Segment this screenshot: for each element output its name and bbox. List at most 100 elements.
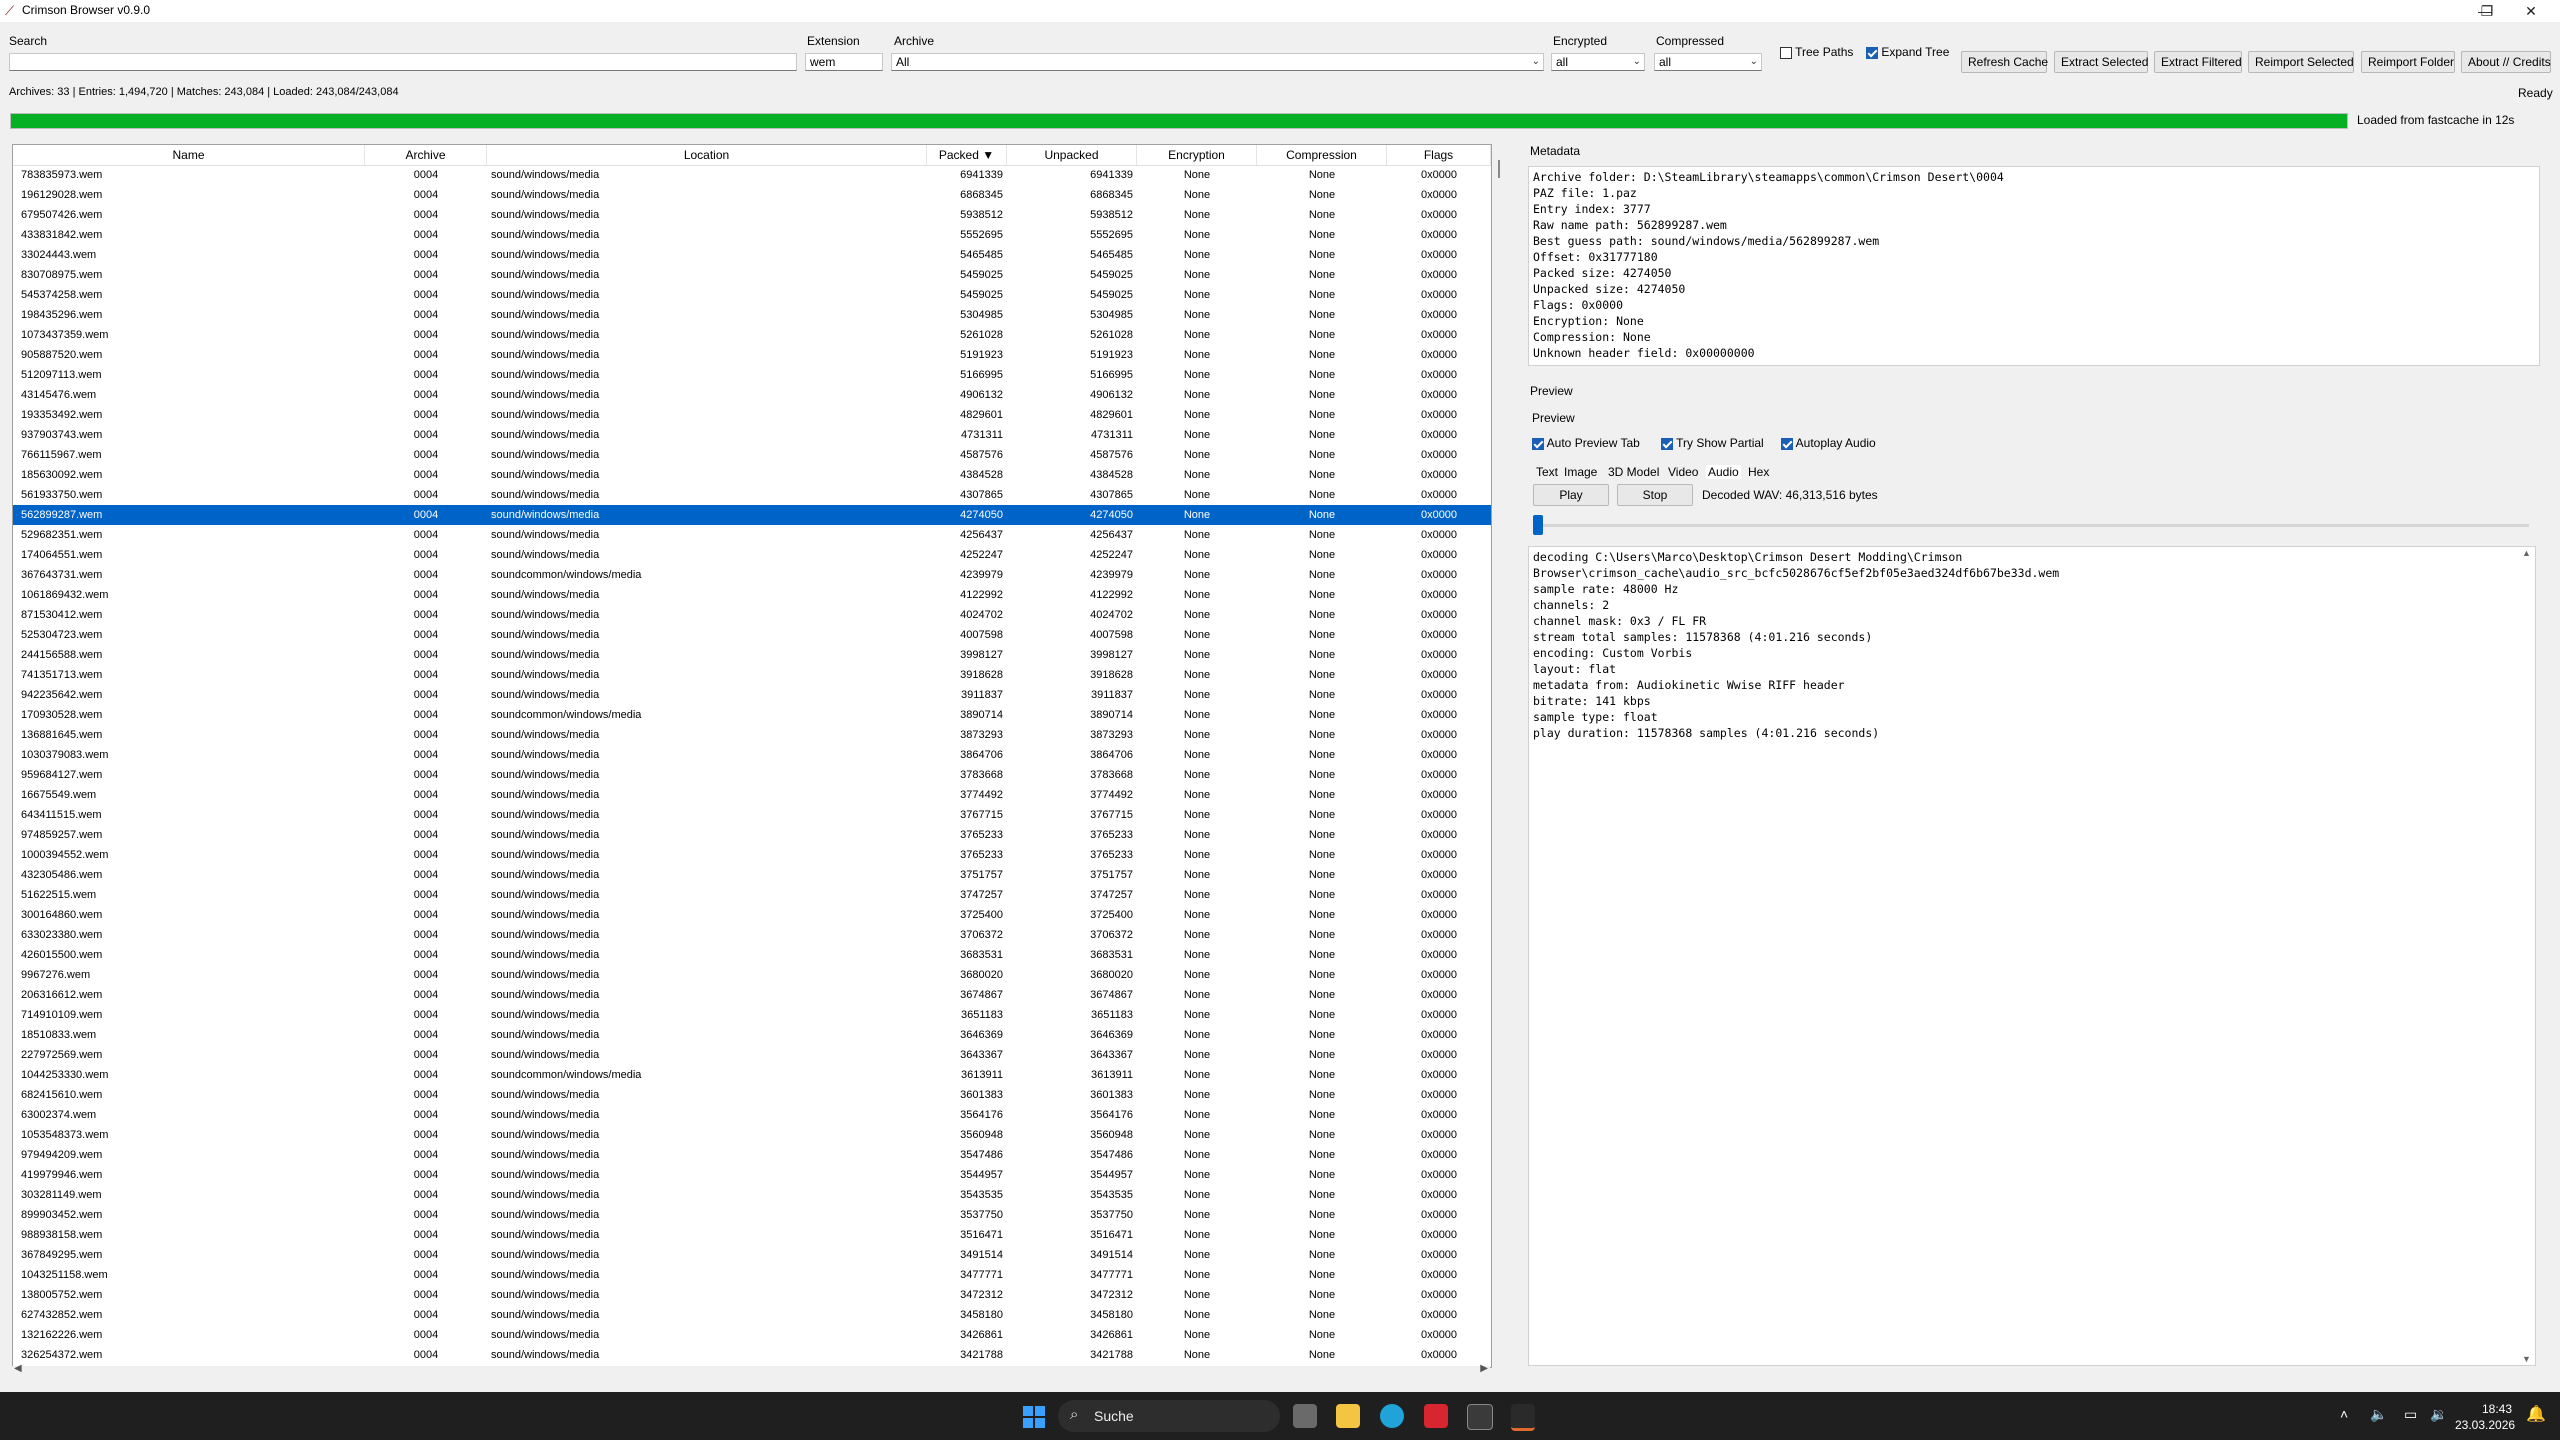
tab-audio[interactable]: Audio — [1706, 465, 1741, 479]
table-row[interactable]: 198435296.wem 0004 sound/windows/media 5304… — [13, 305, 1491, 325]
table-row[interactable]: 43145476.wem 0004 sound/windows/media 49061… — [13, 385, 1491, 405]
table-row[interactable]: 367643731.wem 0004 soundcommon/windows/med… — [13, 565, 1491, 585]
splitter-handle[interactable] — [1498, 160, 1500, 178]
table-row[interactable]: 326254372.wem 0004 sound/windows/media 3421… — [13, 1345, 1491, 1365]
taskbar-search[interactable]: ⌕ Suche — [1058, 1400, 1280, 1432]
scroll-left-icon[interactable]: ◀ — [14, 1363, 22, 1374]
table-row[interactable]: 303281149.wem 0004 sound/windows/media 3543… — [13, 1185, 1491, 1205]
table-row[interactable]: 545374258.wem 0004 sound/windows/media 5459… — [13, 285, 1491, 305]
extension-input[interactable]: wem — [805, 53, 883, 71]
table-row[interactable]: 988938158.wem 0004 sound/windows/media 3516… — [13, 1225, 1491, 1245]
table-row[interactable]: 899903452.wem 0004 sound/windows/media 3537… — [13, 1205, 1491, 1225]
try-show-partial-toggle[interactable]: Try Show Partial — [1661, 436, 1764, 450]
column-header-archive[interactable]: Archive — [365, 145, 487, 165]
table-row[interactable]: 871530412.wem 0004 sound/windows/media 4024… — [13, 605, 1491, 625]
column-header-location[interactable]: Location — [487, 145, 927, 165]
table-row[interactable]: 942235642.wem 0004 sound/windows/media 3911… — [13, 685, 1491, 705]
table-row[interactable]: 419979946.wem 0004 sound/windows/media 3544… — [13, 1165, 1491, 1185]
table-row[interactable]: 529682351.wem 0004 sound/windows/media 4256… — [13, 525, 1491, 545]
table-row[interactable]: 905887520.wem 0004 sound/windows/media 5191… — [13, 345, 1491, 365]
column-header-encryption[interactable]: Encryption — [1137, 145, 1257, 165]
column-header-flags[interactable]: Flags — [1387, 145, 1491, 165]
table-row[interactable]: 9967276.wem 0004 sound/windows/media 368002… — [13, 965, 1491, 985]
seek-slider-thumb[interactable] — [1533, 515, 1543, 535]
table-row[interactable]: 643411515.wem 0004 sound/windows/media 3767… — [13, 805, 1491, 825]
expand-tree-checkbox[interactable] — [1866, 46, 1878, 59]
scroll-right-icon[interactable]: ▶ — [1480, 1363, 1488, 1374]
clock-time[interactable]: 18:43 — [2462, 1402, 2512, 1416]
table-row[interactable]: 300164860.wem 0004 sound/windows/media 3725… — [13, 905, 1491, 925]
edge-browser-icon[interactable] — [1380, 1404, 1404, 1428]
table-row[interactable]: 227972569.wem 0004 sound/windows/media 3643… — [13, 1045, 1491, 1065]
table-row[interactable]: 136881645.wem 0004 sound/windows/media 3873… — [13, 725, 1491, 745]
tab-hex[interactable]: Hex — [1748, 465, 1769, 479]
auto-preview-tab-checkbox[interactable] — [1532, 437, 1544, 450]
table-row[interactable]: 196129028.wem 0004 sound/windows/media 6868… — [13, 185, 1491, 205]
table-row[interactable]: 766115967.wem 0004 sound/windows/media 4587… — [13, 445, 1491, 465]
table-row[interactable]: 679507426.wem 0004 sound/windows/media 5938… — [13, 205, 1491, 225]
chevron-up-icon[interactable]: ˄ — [2340, 1406, 2348, 1422]
table-row[interactable]: 193353492.wem 0004 sound/windows/media 4829… — [13, 405, 1491, 425]
table-row[interactable]: 51622515.wem 0004 sound/windows/media 37472… — [13, 885, 1491, 905]
archive-select[interactable]: All ⌄ — [891, 53, 1544, 71]
volume-icon[interactable]: 🔉 — [2430, 1406, 2447, 1423]
stop-button[interactable]: Stop — [1617, 484, 1693, 506]
table-row[interactable]: 627432852.wem 0004 sound/windows/media 3458… — [13, 1305, 1491, 1325]
log-scrollbar[interactable]: ▲ ▼ — [2522, 548, 2534, 1364]
table-row[interactable]: 830708975.wem 0004 sound/windows/media 5459… — [13, 265, 1491, 285]
vivaldi-browser-icon[interactable] — [1424, 1404, 1448, 1428]
table-row[interactable]: 426015500.wem 0004 sound/windows/media 3683… — [13, 945, 1491, 965]
reimport-selected-button[interactable]: Reimport Selected — [2248, 51, 2354, 73]
refresh-cache-button[interactable]: Refresh Cache — [1961, 51, 2048, 73]
table-row[interactable]: 1044253330.wem 0004 soundcommon/windows/me… — [13, 1065, 1491, 1085]
table-row[interactable]: 18510833.wem 0004 sound/windows/media 36463… — [13, 1025, 1491, 1045]
file-table[interactable]: Name Archive Location Packed ▼ Unpacked Encry… — [12, 144, 1492, 1368]
auto-preview-tab-toggle[interactable]: Auto Preview Tab — [1532, 436, 1640, 450]
table-row[interactable]: 432305486.wem 0004 sound/windows/media 3751… — [13, 865, 1491, 885]
table-row[interactable]: 1043251158.wem 0004 sound/windows/media 347… — [13, 1265, 1491, 1285]
table-row[interactable]: 170930528.wem 0004 soundcommon/windows/med… — [13, 705, 1491, 725]
table-row[interactable]: 561933750.wem 0004 sound/windows/media 4307… — [13, 485, 1491, 505]
seek-slider[interactable] — [1533, 515, 2529, 535]
table-row[interactable]: 974859257.wem 0004 sound/windows/media 3765… — [13, 825, 1491, 845]
table-row[interactable]: 682415610.wem 0004 sound/windows/media 3601… — [13, 1085, 1491, 1105]
close-button[interactable]: ✕ — [2508, 0, 2554, 22]
table-row[interactable]: 783835973.wem 0004 sound/windows/media 6941… — [13, 165, 1491, 185]
about-credits-button[interactable]: About // Credits — [2461, 51, 2551, 73]
file-explorer-icon[interactable] — [1336, 1404, 1360, 1428]
clock-date[interactable]: 23.03.2026 — [2455, 1418, 2515, 1432]
notification-bell-icon[interactable]: 🔔 — [2526, 1404, 2546, 1424]
terminal-icon[interactable] — [1467, 1404, 1493, 1430]
table-row[interactable]: 1000394552.wem 0004 sound/windows/media 376… — [13, 845, 1491, 865]
search-input[interactable] — [9, 53, 797, 71]
table-row[interactable]: 1073437359.wem 0004 sound/windows/media 526… — [13, 325, 1491, 345]
table-row[interactable]: 433831842.wem 0004 sound/windows/media 5552… — [13, 225, 1491, 245]
extract-filtered-button[interactable]: Extract Filtered — [2154, 51, 2242, 73]
table-row[interactable]: 174064551.wem 0004 sound/windows/media 4252… — [13, 545, 1491, 565]
play-button[interactable]: Play — [1533, 484, 1609, 506]
compressed-select[interactable]: all ⌄ — [1654, 53, 1762, 71]
speaker-icon[interactable]: 🔈 — [2370, 1406, 2387, 1423]
table-row[interactable]: 714910109.wem 0004 sound/windows/media 3651… — [13, 1005, 1491, 1025]
column-header-unpacked[interactable]: Unpacked — [1007, 145, 1137, 165]
table-row[interactable]: 633023380.wem 0004 sound/windows/media 3706… — [13, 925, 1491, 945]
table-row[interactable]: 63002374.wem 0004 sound/windows/media 35641… — [13, 1105, 1491, 1125]
encrypted-select[interactable]: all ⌄ — [1551, 53, 1645, 71]
autoplay-audio-toggle[interactable]: Autoplay Audio — [1781, 436, 1876, 450]
table-row[interactable]: 525304723.wem 0004 sound/windows/media 4007… — [13, 625, 1491, 645]
task-view-icon[interactable] — [1293, 1404, 1317, 1428]
column-header-compression[interactable]: Compression — [1257, 145, 1387, 165]
network-icon[interactable]: ▭ — [2404, 1406, 2417, 1423]
table-row[interactable]: 33024443.wem 0004 sound/windows/media 54654… — [13, 245, 1491, 265]
table-row[interactable]: 206316612.wem 0004 sound/windows/media 3674… — [13, 985, 1491, 1005]
table-row[interactable]: 959684127.wem 0004 sound/windows/media 3783… — [13, 765, 1491, 785]
tab-video[interactable]: Video — [1668, 465, 1698, 479]
tab-image[interactable]: Image — [1564, 465, 1597, 479]
table-row[interactable]: 562899287.wem 0004 sound/windows/media 4274… — [13, 505, 1491, 525]
table-row[interactable]: 185630092.wem 0004 sound/windows/media 4384… — [13, 465, 1491, 485]
table-row[interactable]: 741351713.wem 0004 sound/windows/media 3918… — [13, 665, 1491, 685]
reimport-folder-button[interactable]: Reimport Folder — [2361, 51, 2455, 73]
windows-start-icon[interactable] — [1023, 1406, 1045, 1428]
table-row[interactable]: 138005752.wem 0004 sound/windows/media 3472… — [13, 1285, 1491, 1305]
extract-selected-button[interactable]: Extract Selected — [2054, 51, 2148, 73]
